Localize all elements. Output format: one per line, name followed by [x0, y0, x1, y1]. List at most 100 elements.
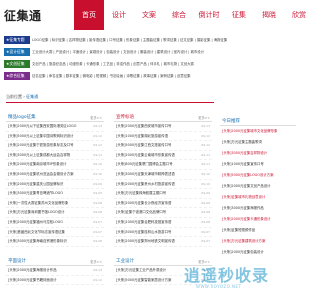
item-title[interactable]: [头条]2000元征集宁夏旅游形象标志及口号	[8, 141, 90, 151]
sidebar-item[interactable]: [头条]2000元征集文创产品设计	[220, 181, 296, 192]
list-item[interactable]: [头条]2000元征集重庆公园品牌标识 09-09	[6, 180, 104, 190]
nav-item-home[interactable]: 首页	[74, 0, 104, 30]
sidebar-item[interactable]: [头条]万元征集主题曲歌词	[220, 137, 296, 148]
item-title[interactable]: [头条]3000元以上征集成都大运会吉祥物	[8, 151, 90, 161]
watermark: 逍遥秒收录	[184, 266, 270, 285]
item-title[interactable]: [头条]征集宁波港口文化品牌口号	[116, 208, 198, 218]
nav-item-showcase[interactable]: 欣赏	[284, 0, 314, 30]
list-item[interactable]: [头条]万元征集珠海航展主题口号 09-09	[114, 189, 212, 199]
item-title[interactable]: [头条]3000元征集青岛啤酒节LOGO	[8, 189, 90, 199]
sidebar-item[interactable]: [头条]3000元征集吉祥物设计	[220, 148, 296, 159]
list-item[interactable]: [头条]首届西北文化节标志宣传语征集 09-07	[6, 228, 104, 238]
nav-item-collect[interactable]: 征集	[224, 0, 254, 30]
item-title[interactable]: [头条]2000元征集海报设计作品	[8, 266, 90, 276]
item-title[interactable]: [头条]5000元以上征集中国诗歌网标识设计	[8, 132, 90, 142]
list-item[interactable]: [头条]2000元征集云南城市形象宣传语 09-11	[114, 151, 212, 161]
item-title[interactable]: [头条]5000元征集杭州亚运会会徽设计方案	[8, 170, 90, 180]
item-title[interactable]: [头条]3000元征集海南自贸港形象标识	[8, 237, 90, 247]
sidebar-item[interactable]: [头条]2000元征集卡通形象设计	[220, 214, 296, 225]
sidebar-item[interactable]: [头条]5000元征集LOGO设计方案	[220, 170, 296, 181]
item-title[interactable]: [头条]万元征集深圳图书馆LOGO设计	[8, 208, 90, 218]
category-stripe: ★综合征集 征名征集 | 命名征集 | 剧本征集 | 微电影 | 短视频 | 书…	[0, 72, 300, 80]
list-item[interactable]: [头条]万元征集深圳图书馆LOGO设计 09-08	[6, 208, 104, 218]
item-title[interactable]: [头条]2000元征集南京城市IP形象设计	[8, 160, 90, 170]
stripe-links[interactable]: 工业设计大赛 | 产品设计 | 平面设计 | 景观设计 | 包装设计 | 文创设…	[32, 48, 296, 56]
sidebar-item[interactable]: [头条]2000元征集包装设计	[220, 247, 296, 258]
item-title[interactable]: [头条]2000元征集重庆公园品牌标识	[8, 180, 90, 190]
panel-title[interactable]: 工业设计	[116, 258, 134, 264]
item-title[interactable]: [头条]3000元征集天津城市精神表述语	[116, 170, 198, 180]
list-item[interactable]: [头条]5000元征集江西文旅宣传口号 09-12	[114, 141, 212, 151]
item-date: 09-11	[201, 162, 210, 167]
item-title[interactable]: [头条]2000元征集云南城市形象宣传语	[116, 151, 198, 161]
list-item[interactable]: [头条]2000元征集海报设计作品 09-13	[6, 266, 104, 276]
item-title[interactable]: [头条]2000元征集西安城市宣传口号	[116, 122, 198, 132]
sidebar-item[interactable]: [头条]万元征集建筑设计方案	[220, 236, 296, 247]
breadcrumb-home[interactable]: 当前位置	[6, 94, 22, 99]
more-link[interactable]: 更多>>	[90, 115, 102, 120]
list-item[interactable]: [头条]征集宁波港口文化品牌口号 09-08	[114, 208, 212, 218]
panel-title[interactable]: 精品logo征集	[8, 114, 36, 120]
item-title[interactable]: [头条]万元征集珠海航展主题口号	[116, 189, 198, 199]
stripe-links[interactable]: LOGO征集 | 标识征集 | 吉祥物征集 | 宣传语征集 | 口号征集 | 形…	[32, 36, 296, 44]
sidebar-item[interactable]: [头条]征集城市礼物创意设计	[220, 192, 296, 203]
list-item[interactable]: [头条]1000元征集合肥科技馆宣传语 09-08	[114, 218, 212, 228]
list-item[interactable]: [头条]一次性大赛征集苏州文化品牌形象 09-08	[6, 199, 104, 209]
stripe-links[interactable]: 文创产品 | 旅游纪念品 | 动漫形象 | 卡通形象 | 工艺品 | 非遗作品 …	[32, 60, 296, 68]
list-item[interactable]: [头条]2000元征集贵州乡村旅游宣传语 09-10	[114, 180, 212, 190]
list-item[interactable]: [头条]5000元以上征集中国诗歌网标识设计 09-12	[6, 132, 104, 142]
item-title[interactable]: [头条]1000元征集湖北旅游宣传语	[116, 132, 198, 142]
nav-item-copy[interactable]: 文案	[134, 0, 164, 30]
breadcrumb-current[interactable]: 征集通	[26, 94, 38, 99]
item-date: 09-08	[93, 210, 102, 215]
item-date: 09-08	[93, 200, 102, 205]
item-title[interactable]: [头条]2000元征集贵州乡村旅游宣传语	[116, 180, 198, 190]
sidebar-item[interactable]: [头条]3000元征集海报作品	[220, 203, 296, 214]
item-title[interactable]: [头条]一次性大赛征集苏州文化品牌形象	[8, 199, 90, 209]
nav-item-countdown[interactable]: 倒计时	[194, 0, 224, 30]
sidebar-item[interactable]: [头条]1000元征集宣传口号	[220, 159, 296, 170]
list-item[interactable]: [头条]2000元以下征集西安国际港务区LOGO 09-13	[6, 122, 104, 132]
panel-title[interactable]: 平面设计	[8, 258, 26, 264]
item-title[interactable]: [头条]3000元征集书籍封面设计	[8, 276, 90, 286]
list-item[interactable]: [头条]2000元征集郑州地铁文明宣传语 09-07	[114, 237, 212, 247]
item-date: 09-12	[93, 143, 102, 148]
list-item[interactable]: [头条]2000元征集福州马拉松LOGO 09-07	[6, 218, 104, 228]
list-item[interactable]: [头条]3000元征集桂林山水旅游口号 09-07	[114, 228, 212, 238]
list-item[interactable]: [头条]3000元征集海南自贸港形象标识 09-06	[6, 237, 104, 247]
list-item[interactable]: [头条]2000元征集长沙夜经济宣传语 09-09	[114, 199, 212, 209]
item-title[interactable]: [头条]5000元征集江西文旅宣传口号	[116, 141, 198, 151]
sidebar-item[interactable]: [头条]2000元征集城市文化品牌形象	[220, 126, 296, 137]
list-item[interactable]: [头条]3000元征集青岛啤酒节LOGO 09-09	[6, 189, 104, 199]
watermark-url: WWW.XOYOZO.NET	[196, 284, 242, 289]
nav-item-results[interactable]: 揭晓	[254, 0, 284, 30]
item-date: 09-10	[93, 162, 102, 167]
nav-item-design[interactable]: 设计	[104, 0, 134, 30]
list-item[interactable]: [头条]2000元征集宁夏旅游形象标志及口号 09-12	[6, 141, 104, 151]
nav-item-general[interactable]: 综合	[164, 0, 194, 30]
panel-title[interactable]: 宣传标语	[116, 114, 134, 120]
sidebar-item[interactable]: [头条]征集短视频作品	[220, 225, 296, 236]
site-logo[interactable]: 征集通	[4, 7, 42, 24]
list-item[interactable]: [头条]800元征集厦门园博会主题口号 09-11	[114, 160, 212, 170]
item-title[interactable]: [头条]2000元征集福州马拉松LOGO	[8, 218, 90, 228]
item-title[interactable]: [头条]首届西北文化节标志宣传语征集	[8, 228, 90, 238]
item-title[interactable]: [头条]800元征集厦门园博会主题口号	[116, 160, 198, 170]
item-title[interactable]: [头条]3000元征集桂林山水旅游口号	[116, 228, 198, 238]
item-title[interactable]: [头条]2000元征集郑州地铁文明宣传语	[116, 237, 198, 247]
item-title[interactable]: [头条]1000元征集合肥科技馆宣传语	[116, 218, 198, 228]
more-link[interactable]: 更多>>	[90, 259, 102, 264]
list-item[interactable]: [头条]2000元征集西安城市宣传口号 09-13	[114, 122, 212, 132]
list-item[interactable]: [头条]3000元征集书籍封面设计 09-12	[6, 276, 104, 286]
item-title[interactable]: [头条]2000元征集长沙夜经济宣传语	[116, 199, 198, 209]
list-item[interactable]: [头条]3000元以上征集成都大运会吉祥物 09-11	[6, 151, 104, 161]
category-stripe: ★征集专题 LOGO征集 | 标识征集 | 吉祥物征集 | 宣传语征集 | 口号…	[0, 36, 300, 44]
list-item[interactable]: [头条]1000元征集湖北旅游宣传语 09-12	[114, 132, 212, 142]
more-link[interactable]: 更多>>	[198, 115, 210, 120]
stripe-links[interactable]: 征名征集 | 命名征集 | 剧本征集 | 微电影 | 短视频 | 书法绘画 | …	[32, 72, 296, 80]
list-item[interactable]: [头条]5000元征集杭州亚运会会徽设计方案 09-10	[6, 170, 104, 180]
list-item[interactable]: [头条]2000元征集南京城市IP形象设计 09-10	[6, 160, 104, 170]
nav-item-category[interactable]: 分类	[314, 0, 320, 30]
item-title[interactable]: [头条]2000元以下征集西安国际港务区LOGO	[8, 122, 90, 132]
list-item[interactable]: [头条]3000元征集天津城市精神表述语 09-10	[114, 170, 212, 180]
